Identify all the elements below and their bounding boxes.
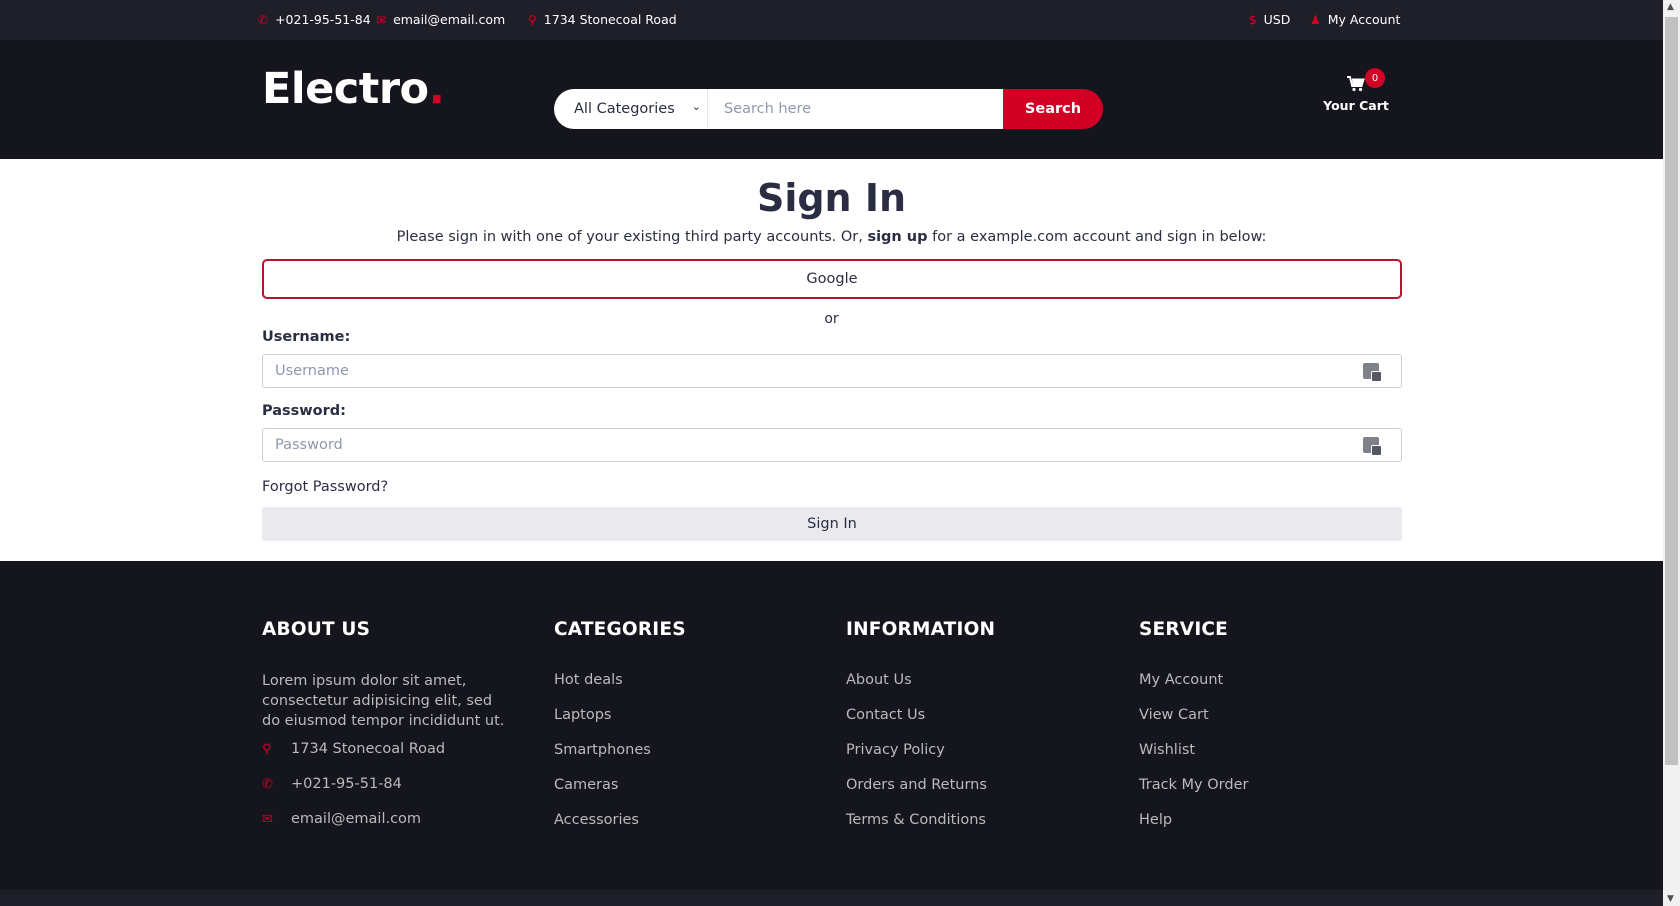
cart-label: Your Cart <box>1323 98 1389 113</box>
footer-link[interactable]: My Account <box>1139 671 1248 706</box>
sign-up-link[interactable]: sign up <box>867 229 927 245</box>
vertical-scrollbar[interactable]: ▲ ▼ <box>1663 0 1680 906</box>
footer-link[interactable]: Track My Order <box>1139 776 1248 811</box>
topbar-email-link[interactable]: ✉ email@email.com <box>376 12 505 27</box>
footer-link[interactable]: Help <box>1139 811 1248 846</box>
username-label: Username: <box>262 329 351 345</box>
username-field[interactable]: Username <box>262 354 1402 388</box>
footer-email-text: email@email.com <box>291 811 422 827</box>
envelope-icon: ✉ <box>376 12 387 27</box>
footer-service-title: SERVICE <box>1139 619 1229 640</box>
my-account-link[interactable]: ♟ My Account <box>1310 12 1400 27</box>
map-marker-icon: ⚲ <box>528 12 537 27</box>
sign-in-button[interactable]: Sign In <box>262 507 1402 541</box>
signin-intro: Please sign in with one of your existing… <box>0 229 1663 245</box>
footer-categories-title: CATEGORIES <box>554 619 686 640</box>
footer-about-text: Lorem ipsum dolor sit amet, consectetur … <box>262 673 505 729</box>
topbar-phone-text: +021-95-51-84 <box>275 12 371 27</box>
search-input[interactable]: Search here <box>708 89 1003 129</box>
footer-information: INFORMATION About Us Contact Us Privacy … <box>846 619 1106 828</box>
phone-icon: ✆ <box>262 776 273 792</box>
logo-text: Electro <box>262 64 429 114</box>
footer-service: SERVICE My Account View Cart Wishlist Tr… <box>1139 619 1399 828</box>
footer-link[interactable]: Accessories <box>554 811 651 846</box>
page: ✆ +021-95-51-84 ✉ email@email.com ⚲ 1734… <box>0 0 1663 906</box>
scroll-down-arrow-icon[interactable]: ▼ <box>1667 894 1674 904</box>
map-marker-icon: ⚲ <box>262 741 272 757</box>
topbar-email-text: email@email.com <box>393 12 506 27</box>
footer-about: ABOUT US Lorem ipsum dolor sit amet, con… <box>262 619 522 729</box>
search-form: All Categories ⌄ Search here Search <box>554 89 1103 129</box>
forgot-password-link[interactable]: Forgot Password? <box>262 479 388 495</box>
footer-link[interactable]: Laptops <box>554 706 651 741</box>
footer-information-list: About Us Contact Us Privacy Policy Order… <box>846 671 987 846</box>
logo[interactable]: Electro. <box>262 64 445 114</box>
footer-link[interactable]: Smartphones <box>554 741 651 776</box>
password-label: Password: <box>262 403 346 419</box>
password-manager-icon[interactable] <box>1363 437 1382 456</box>
intro-text-after: for a example.com account and sign in be… <box>927 229 1267 245</box>
main-header: Electro. All Categories ⌄ Search here Se… <box>0 40 1663 159</box>
password-manager-icon[interactable] <box>1363 363 1382 382</box>
page-title: Sign In <box>756 176 907 220</box>
cart-link[interactable]: Your Cart 0 <box>1318 68 1394 113</box>
category-selected-text: All Categories <box>574 101 675 117</box>
dollar-icon: $ <box>1249 12 1257 27</box>
footer-link[interactable]: Wishlist <box>1139 741 1248 776</box>
footer-link[interactable]: About Us <box>846 671 987 706</box>
category-select[interactable]: All Categories ⌄ <box>554 89 708 129</box>
topbar-phone-link[interactable]: ✆ +021-95-51-84 <box>258 12 371 27</box>
top-bar: ✆ +021-95-51-84 ✉ email@email.com ⚲ 1734… <box>0 0 1663 40</box>
footer-link[interactable]: Contact Us <box>846 706 987 741</box>
footer-link[interactable]: Cameras <box>554 776 651 811</box>
search-placeholder: Search here <box>724 101 812 117</box>
footer-service-list: My Account View Cart Wishlist Track My O… <box>1139 671 1248 846</box>
footer-categories-list: Hot deals Laptops Smartphones Cameras Ac… <box>554 671 651 846</box>
password-placeholder: Password <box>275 437 343 453</box>
scroll-up-arrow-icon[interactable]: ▲ <box>1667 2 1674 12</box>
footer-address[interactable]: ⚲ 1734 Stonecoal Road <box>262 741 445 757</box>
scrollbar-thumb[interactable] <box>1665 17 1678 765</box>
cart-count-badge: 0 <box>1365 68 1385 88</box>
password-field[interactable]: Password <box>262 428 1402 462</box>
footer-information-title: INFORMATION <box>846 619 996 640</box>
footer-categories: CATEGORIES Hot deals Laptops Smartphones… <box>554 619 814 828</box>
footer-link[interactable]: Hot deals <box>554 671 651 706</box>
intro-text-before: Please sign in with one of your existing… <box>396 229 868 245</box>
signin-section: Sign In Please sign in with one of your … <box>0 159 1663 561</box>
topbar-address-link[interactable]: ⚲ 1734 Stonecoal Road <box>528 12 677 27</box>
chevron-down-icon: ⌄ <box>691 100 701 113</box>
or-divider: or <box>824 311 839 327</box>
logo-dot: . <box>428 64 445 114</box>
footer-phone[interactable]: ✆ +021-95-51-84 <box>262 776 402 792</box>
phone-icon: ✆ <box>258 12 269 27</box>
footer-link[interactable]: View Cart <box>1139 706 1248 741</box>
footer-address-text: 1734 Stonecoal Road <box>291 741 446 757</box>
topbar-address-text: 1734 Stonecoal Road <box>543 12 677 27</box>
footer-link[interactable]: Privacy Policy <box>846 741 987 776</box>
username-placeholder: Username <box>275 363 349 379</box>
footer-about-title: ABOUT US <box>262 619 371 640</box>
footer-bottom-bar <box>0 890 1663 906</box>
currency-link[interactable]: $ USD <box>1249 12 1290 27</box>
footer-phone-text: +021-95-51-84 <box>291 776 402 792</box>
footer-link[interactable]: Terms & Conditions <box>846 811 987 846</box>
my-account-text: My Account <box>1327 12 1401 27</box>
search-button[interactable]: Search <box>1003 89 1103 129</box>
footer-link[interactable]: Orders and Returns <box>846 776 987 811</box>
footer: ABOUT US Lorem ipsum dolor sit amet, con… <box>0 561 1663 906</box>
footer-email[interactable]: ✉ email@email.com <box>262 811 421 827</box>
currency-text: USD <box>1263 12 1291 27</box>
google-signin-button[interactable]: Google <box>262 259 1402 299</box>
user-icon: ♟ <box>1310 12 1321 27</box>
envelope-icon: ✉ <box>262 811 273 827</box>
